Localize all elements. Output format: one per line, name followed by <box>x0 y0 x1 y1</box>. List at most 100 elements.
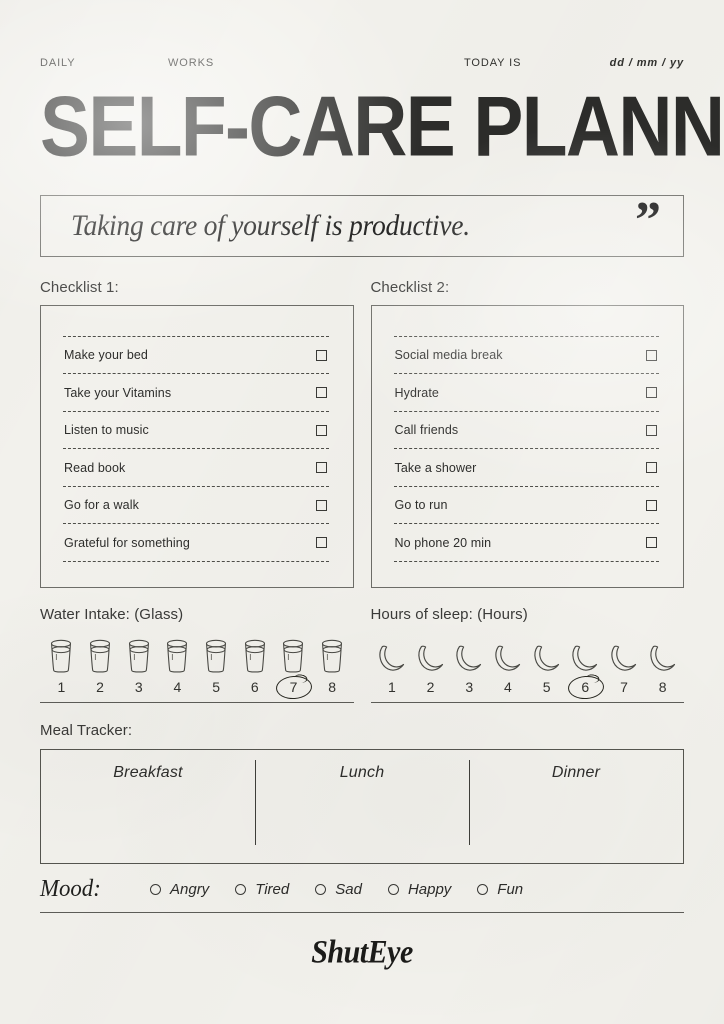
checklist-row[interactable]: Take a shower <box>393 448 659 486</box>
checklist-row[interactable]: Hydrate <box>393 373 659 411</box>
checkbox-icon[interactable] <box>646 349 657 361</box>
mood-row: Mood: Angry Tired Sad Happy Fun <box>40 870 684 910</box>
checklist-item-label: Read book <box>64 460 126 475</box>
header-daily-label: DAILY <box>40 57 76 69</box>
scale-number: 8 <box>658 678 667 695</box>
water-glass-icon[interactable] <box>274 638 313 674</box>
checkbox-icon[interactable] <box>646 462 657 474</box>
quote-banner: Taking care of yourself is productive. ” <box>40 194 684 257</box>
trackers-row: Water Intake: (Glass) 12345678 Hours of … <box>40 606 684 703</box>
meal-tracker-label: Meal Tracker: <box>40 721 133 739</box>
sleep-scale-number[interactable]: 1 <box>373 677 412 697</box>
meal-column[interactable]: Lunch <box>255 750 469 863</box>
crescent-moon-icon[interactable] <box>489 642 528 674</box>
mood-option[interactable]: Angry <box>150 881 209 898</box>
radio-icon[interactable] <box>387 884 399 896</box>
checklist-row[interactable]: Listen to music <box>63 410 329 449</box>
scale-number: 1 <box>57 678 66 695</box>
crescent-moon-icon[interactable] <box>566 642 605 674</box>
mood-option[interactable]: Fun <box>477 881 523 898</box>
checklist-row[interactable]: No phone 20 min <box>393 523 659 562</box>
radio-icon[interactable] <box>235 884 247 896</box>
checklist-item-label: Grateful for something <box>64 535 190 550</box>
meal-column[interactable]: Dinner <box>469 750 683 863</box>
water-scale-number[interactable]: 3 <box>119 677 158 697</box>
water-glass-icon[interactable] <box>42 638 81 674</box>
crescent-moon-icon[interactable] <box>643 642 682 674</box>
checkbox-icon[interactable] <box>646 424 657 436</box>
scale-number: 4 <box>173 678 182 695</box>
crescent-moon-icon[interactable] <box>373 642 412 674</box>
water-glass-icon[interactable] <box>235 638 274 674</box>
checkbox-icon[interactable] <box>315 424 327 436</box>
water-glass-icon[interactable] <box>313 638 352 674</box>
checklist-1-box: Make your bed Take your Vitamins Listen to… <box>40 304 354 588</box>
water-glass-icon[interactable] <box>119 638 158 674</box>
planner-page: DAILY WORKS TODAY IS dd / mm / yy SELF-C… <box>0 0 724 1024</box>
water-scale-number[interactable]: 4 <box>158 677 197 697</box>
radio-icon[interactable] <box>477 884 489 896</box>
sleep-scale-number[interactable]: 3 <box>450 677 489 697</box>
checkbox-icon[interactable] <box>315 462 327 474</box>
sleep-scale-number[interactable]: 8 <box>643 677 682 697</box>
sleep-scale-number[interactable]: 4 <box>489 677 528 697</box>
sleep-scale-number[interactable]: 2 <box>411 677 450 697</box>
scale-number: 5 <box>212 678 220 695</box>
mood-option-label: Fun <box>497 881 524 899</box>
checklists-row: Checklist 1: Make your bed Take your Vita… <box>40 279 684 588</box>
checkbox-icon[interactable] <box>646 387 657 399</box>
radio-icon[interactable] <box>150 884 161 896</box>
water-scale-number[interactable]: 5 <box>197 677 236 697</box>
checkbox-icon[interactable] <box>646 499 657 511</box>
scale-number: 2 <box>426 678 435 695</box>
water-intake-tracker: Water Intake: (Glass) 1 2 3 4 5 678 <box>40 606 354 703</box>
meal-column-label: Breakfast <box>113 763 183 781</box>
checklist-row[interactable]: Read book <box>63 448 329 486</box>
water-glass-icon[interactable] <box>81 638 120 674</box>
sleep-scale-number[interactable]: 6 <box>566 674 606 701</box>
checklist-row[interactable]: Go for a walk <box>63 485 329 524</box>
mood-option-label: Happy <box>407 881 452 899</box>
sleep-label: Hours of sleep: (Hours) <box>370 605 528 623</box>
crescent-moon-icon[interactable] <box>450 642 489 674</box>
checklist-row[interactable]: Go to run <box>393 485 659 524</box>
checklist-row[interactable]: Take your Vitamins <box>63 373 329 411</box>
crescent-moon-icon[interactable] <box>411 642 450 674</box>
water-scale-number[interactable]: 6 <box>235 677 274 697</box>
checklist-row[interactable]: Social media break <box>393 335 659 374</box>
date-field[interactable]: dd / mm / yy <box>592 57 684 69</box>
meal-column-label: Dinner <box>551 763 601 781</box>
checklist-item-label: Go for a walk <box>64 498 139 513</box>
checklist-item-label: Hydrate <box>394 385 439 400</box>
water-glass-icon[interactable] <box>197 638 236 674</box>
checklist-row[interactable]: Make your bed <box>63 335 329 374</box>
checkbox-icon[interactable] <box>315 349 327 361</box>
mood-option[interactable]: Sad <box>315 881 362 898</box>
checkbox-icon[interactable] <box>315 537 327 549</box>
sleep-scale-number[interactable]: 5 <box>527 677 566 697</box>
water-scale-number[interactable]: 2 <box>81 677 120 697</box>
checkbox-icon[interactable] <box>315 387 327 399</box>
radio-icon[interactable] <box>315 884 327 896</box>
checklist-row[interactable]: Call friends <box>393 410 659 449</box>
water-scale-number[interactable]: 7 <box>274 674 314 701</box>
checklist-item-label: Social media break <box>394 348 503 363</box>
meal-column-label: Lunch <box>339 763 385 781</box>
checklist-item-label: Take a shower <box>394 460 477 475</box>
crescent-moon-icon[interactable] <box>605 642 644 674</box>
water-scale-number[interactable]: 8 <box>313 677 352 697</box>
mood-bottom-rule <box>40 911 684 913</box>
sleep-tracker: Hours of sleep: (Hours) 1 2 3 4 567 8 <box>370 605 684 703</box>
selection-circle-annotation <box>567 674 606 701</box>
mood-option[interactable]: Happy <box>387 881 452 899</box>
water-scale-number[interactable]: 1 <box>42 677 81 697</box>
checklist-row[interactable]: Grateful for something <box>63 523 329 562</box>
crescent-moon-icon[interactable] <box>527 642 566 674</box>
checkbox-icon[interactable] <box>646 537 657 549</box>
checkbox-icon[interactable] <box>315 499 327 511</box>
mood-option[interactable]: Tired <box>235 881 289 898</box>
scale-number: 6 <box>250 678 259 695</box>
sleep-scale-number[interactable]: 7 <box>605 677 644 697</box>
meal-column[interactable]: Breakfast <box>41 750 255 863</box>
water-glass-icon[interactable] <box>158 638 197 674</box>
